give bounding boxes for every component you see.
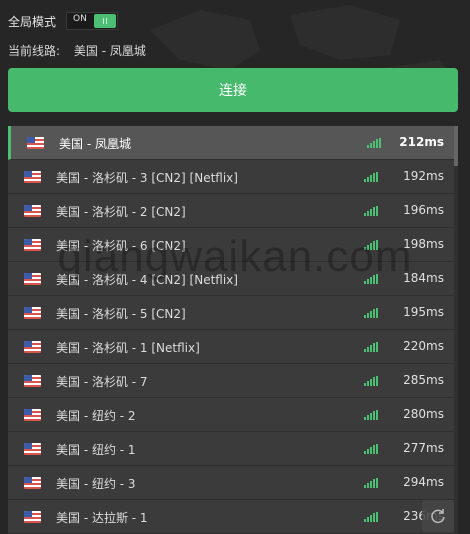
refresh-icon bbox=[431, 509, 445, 524]
scrollbar-thumb[interactable] bbox=[454, 126, 458, 166]
server-row[interactable]: 美国 - 洛杉矶 - 2 [CN2] 196ms bbox=[8, 194, 454, 228]
connect-button[interactable]: 连接 bbox=[8, 68, 458, 112]
server-name: 美国 - 洛杉矶 - 4 [CN2] [Netflix] bbox=[56, 273, 238, 287]
server-row[interactable]: 美国 - 洛杉矶 - 4 [CN2] [Netflix] 184ms bbox=[8, 262, 454, 296]
server-name: 美国 - 纽约 - 2 bbox=[56, 409, 136, 423]
global-mode-label: 全局模式 bbox=[8, 14, 57, 29]
us-flag-icon bbox=[24, 171, 41, 183]
server-name: 美国 - 洛杉矶 - 3 [CN2] [Netflix] bbox=[56, 171, 238, 185]
server-latency: 192ms bbox=[403, 169, 444, 183]
server-latency: 280ms bbox=[403, 407, 444, 421]
signal-strength-icon bbox=[364, 308, 378, 318]
server-list: 美国 - 凤凰城 212ms 美国 - 洛杉矶 - 3 [CN2] [Netfl… bbox=[8, 126, 454, 534]
server-row[interactable]: 美国 - 纽约 - 3 294ms bbox=[8, 466, 454, 500]
signal-strength-icon bbox=[364, 512, 378, 522]
signal-strength-icon bbox=[364, 478, 378, 488]
server-row[interactable]: 美国 - 达拉斯 - 1 236ms bbox=[8, 500, 454, 534]
us-flag-icon bbox=[24, 307, 41, 319]
server-name: 美国 - 洛杉矶 - 2 [CN2] bbox=[56, 205, 186, 219]
server-row[interactable]: 美国 - 洛杉矶 - 5 [CN2] 195ms bbox=[8, 296, 454, 330]
server-latency: 184ms bbox=[403, 271, 444, 285]
list-scrollbar[interactable] bbox=[454, 126, 458, 534]
us-flag-icon bbox=[24, 443, 41, 455]
server-latency: 220ms bbox=[403, 339, 444, 353]
signal-strength-icon bbox=[364, 342, 378, 352]
us-flag-icon bbox=[24, 239, 41, 251]
server-latency: 195ms bbox=[403, 305, 444, 319]
server-name: 美国 - 洛杉矶 - 7 bbox=[56, 375, 148, 389]
us-flag-icon bbox=[24, 409, 41, 421]
refresh-button[interactable] bbox=[422, 500, 454, 532]
signal-strength-icon bbox=[364, 172, 378, 182]
server-row[interactable]: 美国 - 洛杉矶 - 1 [Netflix] 220ms bbox=[8, 330, 454, 364]
signal-strength-icon bbox=[364, 240, 378, 250]
server-name: 美国 - 洛杉矶 - 1 [Netflix] bbox=[56, 341, 200, 355]
server-latency: 277ms bbox=[403, 441, 444, 455]
server-latency: 196ms bbox=[403, 203, 444, 217]
toggle-state-text: ON bbox=[73, 14, 87, 24]
current-route-label: 当前线路: bbox=[8, 44, 61, 58]
server-row[interactable]: 美国 - 洛杉矶 - 7 285ms bbox=[8, 364, 454, 398]
server-latency: 212ms bbox=[399, 135, 444, 149]
connect-button-label: 连接 bbox=[219, 83, 247, 99]
server-latency: 285ms bbox=[403, 373, 444, 387]
server-latency: 294ms bbox=[403, 475, 444, 489]
server-name: 美国 - 凤凰城 bbox=[59, 137, 131, 151]
global-mode-toggle[interactable]: ON bbox=[66, 12, 119, 30]
server-row[interactable]: 美国 - 纽约 - 2 280ms bbox=[8, 398, 454, 432]
server-row[interactable]: 美国 - 纽约 - 1 277ms bbox=[8, 432, 454, 466]
us-flag-icon bbox=[24, 205, 41, 217]
signal-strength-icon bbox=[364, 274, 378, 284]
server-row[interactable]: 美国 - 洛杉矶 - 3 [CN2] [Netflix] 192ms bbox=[8, 160, 454, 194]
server-row[interactable]: 美国 - 洛杉矶 - 6 [CN2] 198ms bbox=[8, 228, 454, 262]
signal-strength-icon bbox=[364, 410, 378, 420]
current-route-value: 美国 - 凤凰城 bbox=[73, 44, 146, 58]
server-name: 美国 - 洛杉矶 - 5 [CN2] bbox=[56, 307, 186, 321]
us-flag-icon bbox=[24, 273, 41, 285]
us-flag-icon bbox=[24, 375, 41, 387]
us-flag-icon bbox=[24, 477, 41, 489]
toggle-knob bbox=[94, 14, 117, 28]
us-flag-icon bbox=[27, 137, 44, 149]
signal-strength-icon bbox=[367, 138, 381, 148]
global-mode-row: 全局模式 ON bbox=[8, 12, 119, 30]
server-latency: 198ms bbox=[403, 237, 444, 251]
server-name: 美国 - 纽约 - 3 bbox=[56, 477, 136, 491]
signal-strength-icon bbox=[364, 206, 378, 216]
us-flag-icon bbox=[24, 341, 41, 353]
us-flag-icon bbox=[24, 511, 41, 523]
server-row[interactable]: 美国 - 凤凰城 212ms bbox=[8, 126, 454, 160]
signal-strength-icon bbox=[364, 444, 378, 454]
server-name: 美国 - 洛杉矶 - 6 [CN2] bbox=[56, 239, 186, 253]
server-name: 美国 - 纽约 - 1 bbox=[56, 443, 136, 457]
server-name: 美国 - 达拉斯 - 1 bbox=[56, 511, 148, 525]
current-route-row: 当前线路: 美国 - 凤凰城 bbox=[8, 42, 146, 59]
signal-strength-icon bbox=[364, 376, 378, 386]
